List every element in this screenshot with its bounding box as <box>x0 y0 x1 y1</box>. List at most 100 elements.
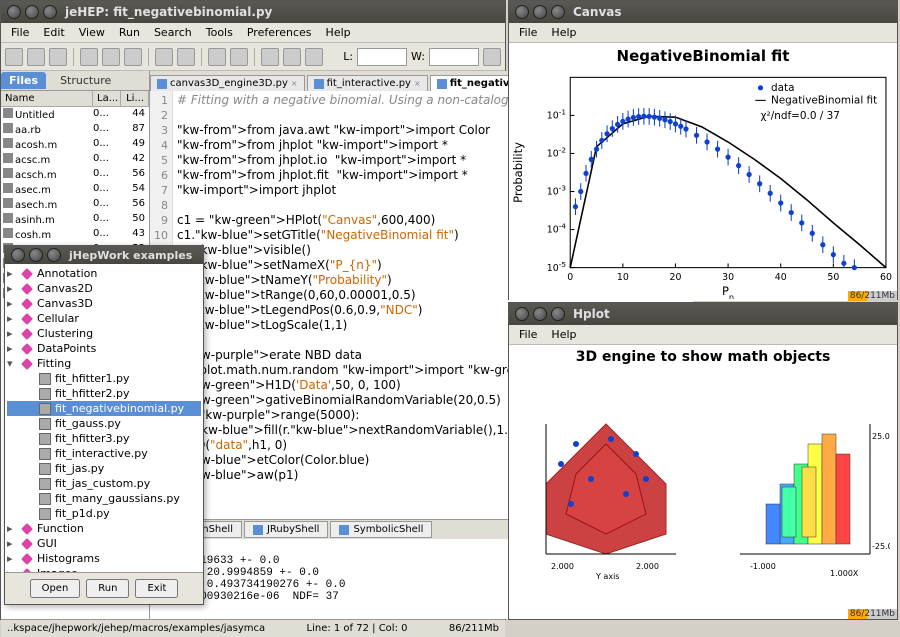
save-icon[interactable] <box>49 48 67 66</box>
menu-edit[interactable]: Edit <box>37 24 70 41</box>
menu-preferences[interactable]: Preferences <box>241 24 318 41</box>
tree-folder[interactable]: ▸Annotation <box>7 266 201 281</box>
minimize-icon[interactable] <box>29 248 43 262</box>
menu-search[interactable]: Search <box>148 24 198 41</box>
undo-icon[interactable] <box>155 48 173 66</box>
tree-folder[interactable]: ▾Fitting <box>7 356 201 371</box>
toolbar-l-label: L: <box>343 50 353 63</box>
svg-text:Y axis: Y axis <box>595 572 619 581</box>
close-tab-icon[interactable]: × <box>414 79 421 88</box>
tree-file[interactable]: fit_negativebinomial.py <box>7 401 201 416</box>
ide-titlebar[interactable]: jeHEP: fit_negativebinomial.py <box>1 1 505 23</box>
file-row[interactable]: Untitled0...44 <box>1 107 149 122</box>
tree-file[interactable]: fit_p1d.py <box>7 506 201 521</box>
minimize-icon[interactable] <box>25 5 39 19</box>
menu-run[interactable]: Run <box>113 24 146 41</box>
file-row[interactable]: asech.m0...56 <box>1 197 149 212</box>
toolbar-line-input[interactable] <box>357 48 407 66</box>
svg-text:NegativeBinomial fit: NegativeBinomial fit <box>771 95 877 107</box>
minimize-icon[interactable] <box>533 5 547 19</box>
toolbar-w-label: W: <box>411 50 425 63</box>
tree-folder[interactable]: ▸GUI <box>7 536 201 551</box>
tab-structure[interactable]: Structure <box>52 72 119 89</box>
tree-folder[interactable]: ▸DataPoints <box>7 341 201 356</box>
extra2-icon[interactable] <box>305 48 323 66</box>
python-icon <box>157 79 167 89</box>
close-icon[interactable] <box>515 307 529 321</box>
tree-folder[interactable]: ▸Cellular <box>7 311 201 326</box>
maximize-icon[interactable] <box>551 5 565 19</box>
shell-tab-symbolicshell[interactable]: SymbolicShell <box>330 521 432 538</box>
editor-tab[interactable]: fit_interactive.py× <box>307 75 428 91</box>
run-button[interactable]: Run <box>86 579 129 598</box>
tree-file[interactable]: fit_gauss.py <box>7 416 201 431</box>
menu-file[interactable]: File <box>513 326 543 343</box>
tree-folder[interactable]: ▸Canvas3D <box>7 296 201 311</box>
tree-file[interactable]: fit_jas.py <box>7 461 201 476</box>
col-li[interactable]: Li... <box>121 91 149 106</box>
svg-text:2.000: 2.000 <box>551 562 574 571</box>
shell-tab-jrubyshell[interactable]: JRubyShell <box>244 521 328 538</box>
svg-text:Pn: Pn <box>722 284 734 299</box>
col-name[interactable]: Name <box>1 91 93 106</box>
tab-files[interactable]: Files <box>1 72 46 89</box>
tree-file[interactable]: fit_many_gaussians.py <box>7 491 201 506</box>
file-row[interactable]: asinh.m0...50 <box>1 212 149 227</box>
exit-button[interactable]: Exit <box>135 579 178 598</box>
file-row[interactable]: acosh.m0...49 <box>1 137 149 152</box>
file-row[interactable]: asec.m0...54 <box>1 182 149 197</box>
toolbar-word-input[interactable] <box>429 48 479 66</box>
canvas-window: Canvas FileHelp NegativeBinomial fit 10-… <box>508 0 898 300</box>
file-row[interactable]: aa.rb0...87 <box>1 122 149 137</box>
tree-folder[interactable]: ▸Canvas2D <box>7 281 201 296</box>
tree-folder[interactable]: ▸Function <box>7 521 201 536</box>
plot3d-area[interactable]: 2.000 2.000 Y axis 25.0 -25.0 -1.000 1.0… <box>509 369 897 599</box>
examples-title: jHepWork examples <box>69 249 192 262</box>
maximize-icon[interactable] <box>551 307 565 321</box>
paste-icon[interactable] <box>124 48 142 66</box>
tree-file[interactable]: fit_hfitter1.py <box>7 371 201 386</box>
shell-icon <box>339 525 349 535</box>
menu-view[interactable]: View <box>73 24 111 41</box>
tree-file[interactable]: fit_jas_custom.py <box>7 476 201 491</box>
examples-tree[interactable]: ▸Annotation▸Canvas2D▸Canvas3D▸Cellular▸C… <box>5 264 203 572</box>
menu-file[interactable]: File <box>513 24 543 41</box>
plot3d-title: 3D engine to show math objects <box>509 345 897 369</box>
tree-file[interactable]: fit_hfitter3.py <box>7 431 201 446</box>
search-icon[interactable] <box>483 48 501 66</box>
menu-help[interactable]: Help <box>320 24 357 41</box>
open-file-icon[interactable] <box>27 48 45 66</box>
plot3d-right: 25.0 -25.0 -1.000 1.000X <box>710 384 890 584</box>
maximize-icon[interactable] <box>43 5 57 19</box>
open-button[interactable]: Open <box>30 579 81 598</box>
menu-help[interactable]: Help <box>545 24 582 41</box>
file-row[interactable]: cosh.m0...43 <box>1 227 149 242</box>
file-row[interactable]: acsch.m0...56 <box>1 167 149 182</box>
copy-icon[interactable] <box>102 48 120 66</box>
menu-help[interactable]: Help <box>545 326 582 343</box>
maximize-icon[interactable] <box>47 248 61 262</box>
minimize-icon[interactable] <box>533 307 547 321</box>
close-icon[interactable] <box>7 5 21 19</box>
file-row[interactable]: acsc.m0...42 <box>1 152 149 167</box>
close-icon[interactable] <box>11 248 25 262</box>
stop-icon[interactable] <box>230 48 248 66</box>
extra1-icon[interactable] <box>283 48 301 66</box>
run-icon[interactable] <box>208 48 226 66</box>
col-la[interactable]: La... <box>93 91 121 106</box>
cut-icon[interactable] <box>80 48 98 66</box>
menu-file[interactable]: File <box>5 24 35 41</box>
new-file-icon[interactable] <box>5 48 23 66</box>
plot-area[interactable]: NegativeBinomial fit 10-110-210-310-410-… <box>509 43 897 301</box>
editor-tab[interactable]: canvas3D_engine3D.py× <box>150 75 305 91</box>
attach-icon[interactable] <box>261 48 279 66</box>
close-icon[interactable] <box>515 5 529 19</box>
redo-icon[interactable] <box>177 48 195 66</box>
tree-file[interactable]: fit_interactive.py <box>7 446 201 461</box>
close-tab-icon[interactable]: × <box>291 79 298 88</box>
tree-folder[interactable]: ▸Clustering <box>7 326 201 341</box>
examples-window[interactable]: jHepWork examples ▸Annotation▸Canvas2D▸C… <box>4 245 204 605</box>
menu-tools[interactable]: Tools <box>200 24 239 41</box>
tree-file[interactable]: fit_hfitter2.py <box>7 386 201 401</box>
tree-folder[interactable]: ▸Histograms <box>7 551 201 566</box>
